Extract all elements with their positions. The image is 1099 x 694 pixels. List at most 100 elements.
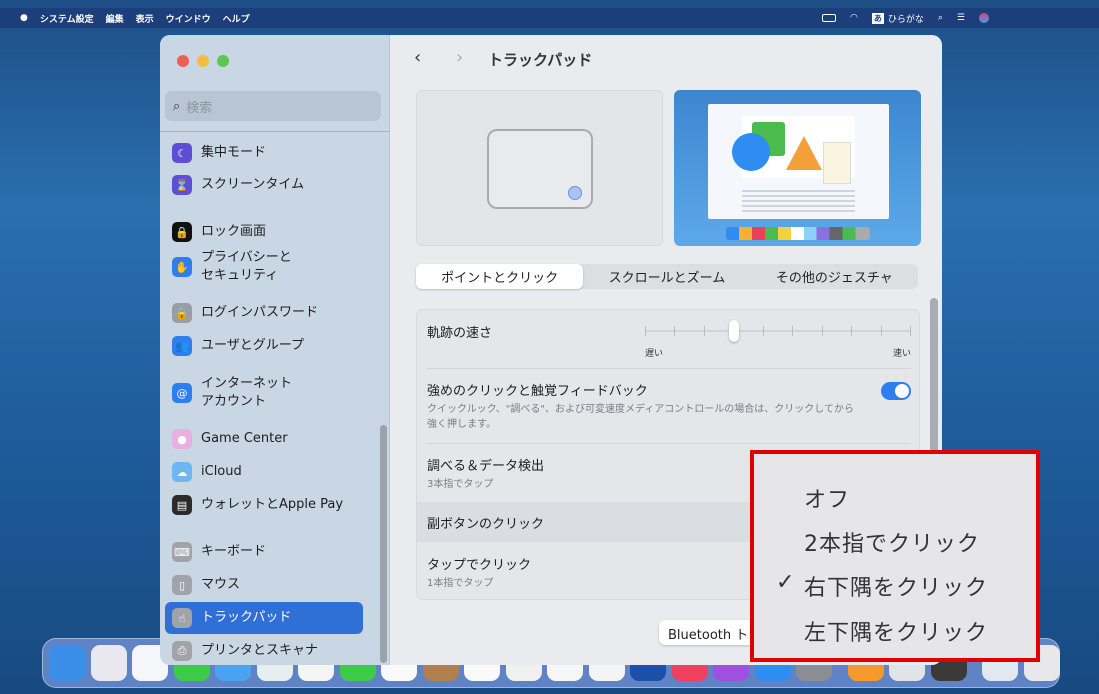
slider-tick xyxy=(674,326,676,336)
siri-icon[interactable] xyxy=(979,13,989,23)
menu-edit[interactable]: 編集 xyxy=(106,12,124,25)
sidebar-item-label: 集中モード xyxy=(201,145,267,160)
battery-icon[interactable] xyxy=(822,14,836,22)
trackpad-icon: ☝ xyxy=(172,608,192,628)
preview-window xyxy=(708,104,889,219)
wallet-icon: ▤ xyxy=(172,495,192,515)
sidebar: ⌕ 検索 ☾ 集中モード ⌛ スクリーンタイム 🔒 ロック画面 ✋ プライバシーと セキュリテ… xyxy=(160,35,390,665)
at-icon: @ xyxy=(172,383,192,403)
hourglass-icon: ⌛ xyxy=(172,175,192,195)
icloud-icon: ☁ xyxy=(172,462,192,482)
sidebar-item[interactable]: 👥 ユーザとグループ xyxy=(165,330,363,362)
force-click-description: クイックルック、"調べる"、および可変速度メディアコントロールの場合は、クリック… xyxy=(427,404,854,430)
fast-label: 速い xyxy=(893,349,912,359)
sidebar-item[interactable]: ⌨ キーボード xyxy=(165,536,363,568)
sidebar-item[interactable]: @ インターネット アカウント xyxy=(165,373,363,413)
slider-thumb[interactable] xyxy=(728,320,739,342)
sidebar-item[interactable]: ☾ 集中モード xyxy=(165,137,363,169)
close-button[interactable] xyxy=(177,55,189,67)
trackpad-illustration xyxy=(416,90,663,246)
sidebar-item[interactable]: ☝ トラックパッド xyxy=(165,602,363,634)
slider-track xyxy=(645,330,911,332)
finder-icon[interactable] xyxy=(49,645,85,681)
page-title: トラックパッド xyxy=(488,51,593,69)
preview-text-lines xyxy=(742,190,855,212)
tab-bar: ポイントとクリック スクロールとズーム その他のジェスチャ xyxy=(416,264,918,289)
tracking-speed-slider[interactable] xyxy=(645,320,911,342)
slider-tick xyxy=(703,326,705,336)
sidebar-item-label: スクリーンタイム xyxy=(201,177,305,192)
sidebar-item[interactable]: ⎙ プリンタとスキャナ xyxy=(165,635,363,665)
slider-tick xyxy=(821,326,823,336)
tab-point-and-click[interactable]: ポイントとクリック xyxy=(416,264,584,289)
divider xyxy=(427,368,911,369)
main-scrollbar[interactable] xyxy=(930,298,938,460)
sidebar-item-label: インターネット アカウント xyxy=(201,376,293,409)
slider-tick xyxy=(792,326,794,336)
sidebar-item-label: プライバシーと セキュリティ xyxy=(201,250,292,283)
menu-window[interactable]: ウインドウ xyxy=(166,12,211,25)
back-button[interactable]: ‹ xyxy=(414,47,421,68)
sidebar-item[interactable]: ⌛ スクリーンタイム xyxy=(165,169,363,201)
game-center-icon: ● xyxy=(172,429,192,449)
slider-tick xyxy=(645,326,646,336)
force-click-row: 強めのクリックと触覚フィードバック クイックルック、"調べる"、および可変速度メ… xyxy=(417,380,857,432)
menu-item-bottom-left-corner[interactable]: 左下隅をクリック xyxy=(804,615,988,647)
spotlight-icon[interactable]: ⌕ xyxy=(938,13,943,23)
tab-more-gestures[interactable]: その他のジェスチャ xyxy=(751,264,918,289)
preview-blue-circle xyxy=(732,133,770,171)
sidebar-item[interactable]: ▤ ウォレットとApple Pay xyxy=(165,489,363,521)
minimize-button[interactable] xyxy=(197,55,209,67)
menu-help[interactable]: ヘルプ xyxy=(223,12,250,25)
click-point-icon xyxy=(568,186,582,200)
forward-button[interactable]: › xyxy=(456,47,463,68)
sidebar-item-label: ロック画面 xyxy=(201,224,267,239)
menu-bar: ● システム設定 編集 表示 ウインドウ ヘルプ ◠ あ ひらがな ⌕ ☰ xyxy=(0,8,1099,28)
wifi-icon[interactable]: ◠ xyxy=(850,13,858,23)
divider xyxy=(427,443,911,444)
zoom-button[interactable] xyxy=(217,55,229,67)
sidebar-item[interactable]: 🔒 ロック画面 xyxy=(165,216,363,248)
sidebar-item[interactable]: 🔒 ログインパスワード xyxy=(165,297,363,329)
keyboard-icon: ⌨ xyxy=(172,542,192,562)
screen-preview xyxy=(674,90,921,246)
key-lock-icon: 🔒 xyxy=(172,303,192,323)
slider-tick xyxy=(762,326,764,336)
sidebar-item-label: ユーザとグループ xyxy=(201,338,304,353)
menu-item-two-finger-click[interactable]: 2本指でクリック xyxy=(804,526,980,558)
search-input[interactable]: ⌕ 検索 xyxy=(165,91,381,121)
sidebar-item-label: キーボード xyxy=(201,544,267,559)
control-center-icon[interactable]: ☰ xyxy=(957,13,965,23)
users-icon: 👥 xyxy=(172,336,192,356)
slider-tick xyxy=(880,326,882,336)
slider-tick xyxy=(851,326,853,336)
launchpad-icon[interactable] xyxy=(90,645,127,681)
sidebar-item[interactable]: ▯ マウス xyxy=(165,569,363,601)
moon-icon: ☾ xyxy=(172,143,192,163)
mouse-icon: ▯ xyxy=(172,575,192,595)
menu-item-off[interactable]: オフ xyxy=(804,482,850,514)
lock-screen-icon: 🔒 xyxy=(172,222,192,242)
force-click-toggle[interactable] xyxy=(881,382,911,400)
secondary-click-menu: オフ 2本指でクリック ✓ 右下隅をクリック 左下隅をクリック xyxy=(750,450,1040,662)
menu-item-bottom-right-corner[interactable]: 右下隅をクリック xyxy=(804,570,988,602)
sidebar-divider xyxy=(160,131,390,132)
apple-menu-icon[interactable]: ● xyxy=(20,13,28,23)
printer-icon: ⎙ xyxy=(172,641,192,661)
preview-orange-triangle xyxy=(786,136,822,170)
menu-view[interactable]: 表示 xyxy=(136,12,154,25)
menu-app-name[interactable]: システム設定 xyxy=(40,12,94,25)
sidebar-item-label: トラックパッド xyxy=(201,610,292,625)
search-placeholder: 検索 xyxy=(186,100,213,116)
sidebar-item[interactable]: ✋ プライバシーと セキュリティ xyxy=(165,247,363,287)
input-mode[interactable]: ひらがな xyxy=(888,12,924,25)
sidebar-item-label: マウス xyxy=(201,577,241,592)
sidebar-item-label: ウォレットとApple Pay xyxy=(201,497,344,512)
preview-dock xyxy=(726,227,870,240)
input-badge[interactable]: あ xyxy=(871,12,884,24)
sidebar-item[interactable]: ☁ iCloud xyxy=(165,456,363,488)
slow-label: 遅い xyxy=(645,349,664,359)
sidebar-scrollbar[interactable] xyxy=(380,425,387,663)
sidebar-item[interactable]: ● Game Center xyxy=(165,423,363,455)
tab-scroll-and-zoom[interactable]: スクロールとズーム xyxy=(583,264,750,289)
